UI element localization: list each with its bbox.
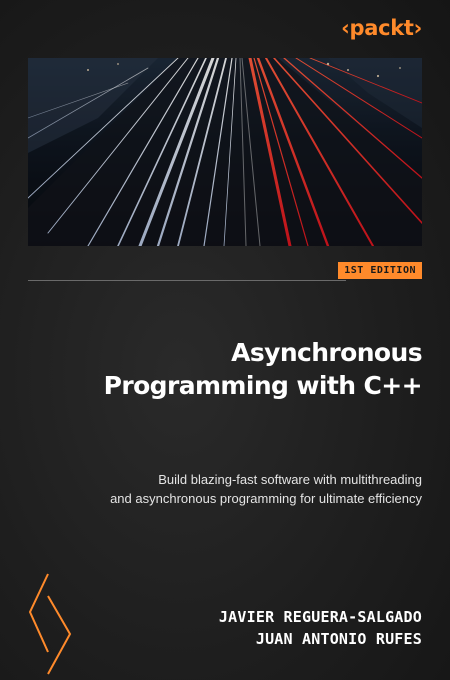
author-name: JAVIER REGUERA-SALGADO — [218, 608, 422, 626]
edition-divider — [28, 280, 346, 281]
edition-badge: 1ST EDITION — [338, 262, 422, 279]
author-list: JAVIER REGUERA-SALGADO JUAN ANTONIO RUFE… — [92, 606, 422, 650]
author-name: JUAN ANTONIO RUFES — [255, 630, 422, 648]
cover-photo-highway-light-trails — [28, 58, 422, 246]
title-line-2: Programming with C++ — [103, 371, 423, 400]
publisher-logo: ‹packt› — [341, 16, 422, 40]
light-trails-illustration — [28, 58, 422, 246]
title-line-1: Asynchronous — [231, 338, 423, 367]
subtitle-line-1: Build blazing-fast software with multith… — [158, 472, 422, 487]
subtitle-line-2: and asynchronous programming for ultimat… — [110, 491, 422, 506]
chevron-left-icon — [28, 573, 72, 675]
book-cover: ‹packt› 1ST EDITION Asynchronous Program… — [0, 0, 450, 680]
book-title: Asynchronous Programming with C++ — [28, 336, 423, 402]
book-subtitle: Build blazing-fast software with multith… — [28, 470, 422, 508]
